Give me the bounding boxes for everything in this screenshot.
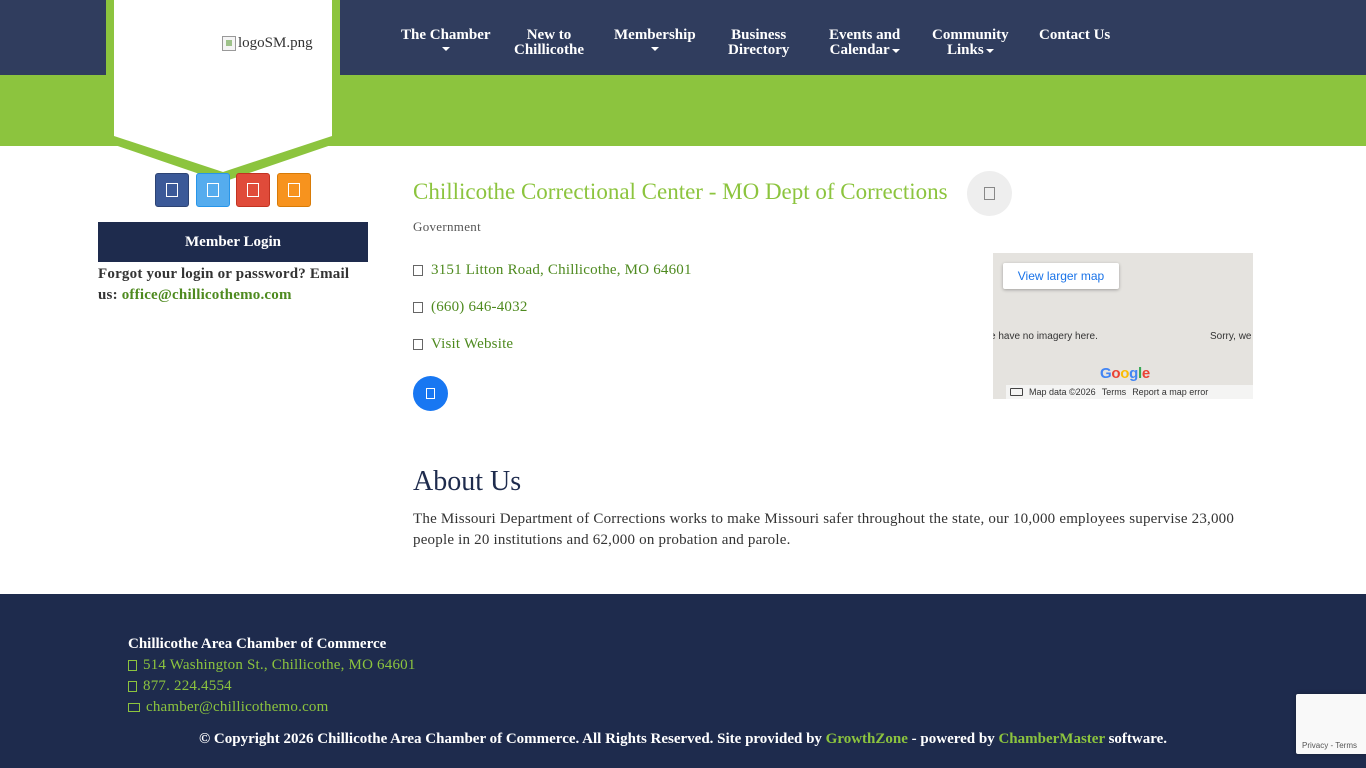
nav-label-line2: Chillicothe	[514, 42, 584, 58]
nav-label: New to	[526, 27, 572, 43]
nav-label-line2: Links	[946, 42, 984, 58]
phone-icon	[413, 302, 423, 313]
website-link[interactable]: Visit Website	[431, 336, 513, 353]
powered-by-text: - powered by	[907, 731, 999, 747]
software-text: software.	[1104, 731, 1168, 747]
phone-row: (660) 646-4032	[413, 299, 528, 316]
phone-link[interactable]: (660) 646-4032	[431, 299, 528, 316]
view-larger-map-button[interactable]: View larger map	[1003, 263, 1119, 289]
address-link[interactable]: 3151 Litton Road, Chillicothe, MO 64601	[431, 262, 692, 279]
nav-label: Business	[731, 27, 787, 43]
twitter-button[interactable]	[196, 173, 230, 207]
footer-org-name: Chillicothe Area Chamber of Commerce	[128, 636, 387, 652]
about-text: The Missouri Department of Corrections w…	[413, 511, 1235, 548]
google-logo: Google	[1100, 365, 1150, 382]
footer-phone-row: 877. 224.4554	[128, 678, 232, 695]
footer-address-row: 514 Washington St., Chillicothe, MO 6460…	[128, 657, 416, 674]
share-button[interactable]	[967, 171, 1012, 216]
nav-contact-us[interactable]: Contact Us	[1039, 28, 1110, 43]
nav-community-links[interactable]: Community Links	[932, 28, 1009, 58]
nav-label: Community	[932, 27, 1009, 43]
nav-the-chamber[interactable]: The Chamber	[401, 28, 491, 51]
map-report-link[interactable]: Report a map error	[1132, 387, 1208, 397]
nav-new-to-chillicothe[interactable]: New to Chillicothe	[514, 28, 584, 58]
footer-email-row: chamber@chillicothemo.com	[128, 699, 329, 716]
phone-icon	[128, 681, 137, 692]
nav-label: Membership	[614, 27, 696, 43]
footer-phone[interactable]: 877. 224.4554	[143, 678, 232, 695]
website-row: Visit Website	[413, 336, 513, 353]
caret-down-icon	[985, 48, 994, 53]
nav-business-directory[interactable]: Business Directory	[728, 28, 789, 58]
caret-down-icon	[441, 47, 450, 51]
copyright-text: © Copyright 2026 Chillicothe Area Chambe…	[198, 731, 826, 747]
map-no-imagery-text: e have no imagery here.	[993, 331, 1098, 342]
recaptcha-privacy-link[interactable]: Privacy	[1302, 741, 1328, 750]
map-terms-link[interactable]: Terms	[1102, 387, 1127, 397]
map-data-label: Map data ©2026	[1029, 387, 1096, 397]
google-map[interactable]: View larger map e have no imagery here. …	[993, 253, 1253, 399]
caret-down-icon	[650, 47, 659, 51]
map-marker-icon	[128, 660, 137, 671]
rss-icon	[288, 183, 300, 197]
growthzone-link[interactable]: GrowthZone	[826, 731, 908, 747]
map-footer: Map data ©2026 Terms Report a map error	[1006, 385, 1253, 399]
nav-membership[interactable]: Membership	[614, 28, 696, 51]
member-facebook-button[interactable]	[413, 376, 448, 411]
facebook-icon	[166, 183, 178, 197]
facebook-button[interactable]	[155, 173, 189, 207]
address-row: 3151 Litton Road, Chillicothe, MO 64601	[413, 262, 692, 279]
chambermaster-link[interactable]: ChamberMaster	[998, 731, 1104, 747]
youtube-icon	[247, 183, 259, 197]
member-title: Chillicothe Correctional Center - MO Dep…	[413, 179, 948, 204]
member-category: Government	[413, 219, 481, 234]
rss-button[interactable]	[277, 173, 311, 207]
forgot-login-text: Forgot your login or password? Email us:…	[98, 264, 370, 306]
envelope-icon	[128, 703, 140, 712]
nav-events-calendar[interactable]: Events and Calendar	[829, 28, 900, 58]
broken-image-icon	[222, 36, 236, 51]
youtube-button[interactable]	[236, 173, 270, 207]
member-login-button[interactable]: Member Login	[98, 222, 368, 262]
nav-label-line2: Calendar	[829, 42, 890, 58]
nav-label: The Chamber	[401, 27, 491, 43]
recaptcha-badge[interactable]: Privacy - Terms	[1296, 694, 1366, 754]
logo-alt-text: logoSM.png	[238, 35, 313, 51]
map-sorry-text: Sorry, we	[1210, 331, 1252, 342]
caret-down-icon	[891, 48, 900, 53]
recaptcha-links: Privacy - Terms	[1302, 741, 1357, 750]
recaptcha-terms-link[interactable]: Terms	[1335, 741, 1357, 750]
twitter-icon	[207, 183, 219, 197]
office-email-link[interactable]: office@chillicothemo.com	[122, 287, 292, 303]
share-icon	[984, 187, 995, 200]
map-marker-icon	[413, 265, 423, 276]
shield-shape	[106, 0, 340, 182]
logo-shield[interactable]	[106, 0, 340, 185]
copyright: © Copyright 2026 Chillicothe Area Chambe…	[0, 731, 1366, 748]
nav-label: Contact Us	[1039, 27, 1111, 43]
about-title: About Us	[413, 466, 522, 497]
footer-email[interactable]: chamber@chillicothemo.com	[146, 699, 329, 716]
nav-label: Events and	[829, 27, 901, 43]
footer-address[interactable]: 514 Washington St., Chillicothe, MO 6460…	[143, 657, 416, 674]
keyboard-icon[interactable]	[1010, 388, 1023, 396]
facebook-icon	[426, 388, 435, 399]
nav-label-line2: Directory	[728, 42, 790, 58]
globe-icon	[413, 339, 423, 350]
logo-image[interactable]: logoSM.png	[222, 35, 313, 52]
